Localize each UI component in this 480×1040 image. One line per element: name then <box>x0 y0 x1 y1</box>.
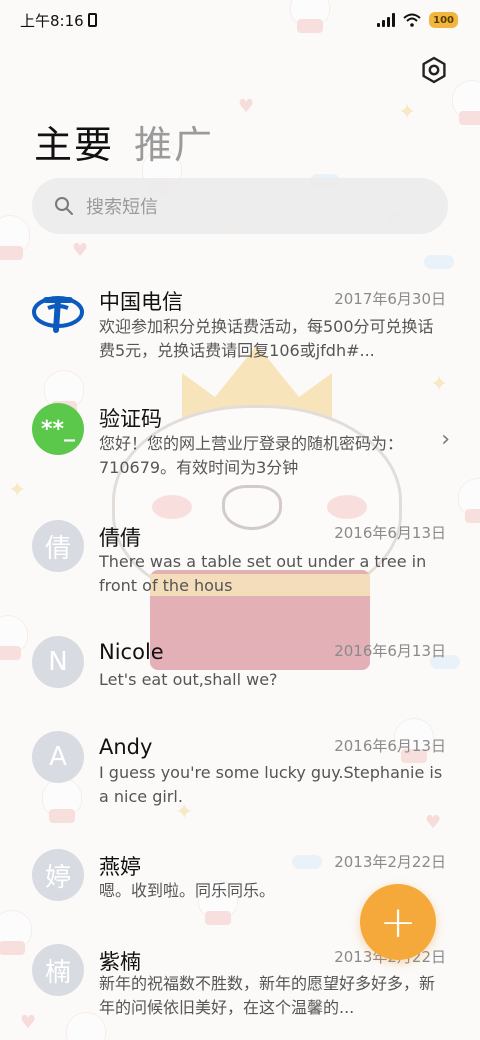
message-date: 2017年6月30日 <box>334 290 446 308</box>
conversation-row-andy[interactable]: A Andy 2016年6月13日 I guess you're some lu… <box>0 725 480 825</box>
message-preview: 欢迎参加积分兑换话费活动，每500分可兑换话费5元，兑换话费请回复106或jfd… <box>99 317 434 360</box>
message-date: 2016年6月13日 <box>334 737 446 755</box>
contact-name: 倩倩 <box>99 526 141 550</box>
wifi-icon <box>403 13 421 27</box>
contact-avatar: N <box>32 636 84 688</box>
search-icon <box>55 197 73 215</box>
status-time: 上午8:16 <box>20 11 84 30</box>
status-bar: 上午8:16 100 <box>0 0 480 40</box>
battery-indicator: 100 <box>429 12 458 28</box>
chevron-right-icon: › <box>441 427 450 452</box>
message-date: 2016年6月13日 <box>334 524 446 542</box>
vibrate-icon <box>87 13 97 27</box>
message-date: 2013年2月22日 <box>334 853 446 871</box>
gear-icon <box>422 56 446 84</box>
message-preview: There was a table set out under a tree i… <box>99 552 427 595</box>
conversation-row-nicole[interactable]: N Nicole 2016年6月13日 Let's eat out,shall … <box>0 630 480 710</box>
verification-code-avatar: **_ <box>32 403 84 455</box>
contact-avatar: A <box>32 731 84 783</box>
compose-message-button[interactable]: + <box>360 884 436 960</box>
message-preview: 您好！您的网上营业厅登录的随机密码为：710679。有效时间为3分钟 <box>99 434 404 477</box>
category-tabs: 主要 推广 <box>34 114 214 169</box>
message-preview: 新年的祝福数不胜数，新年的愿望好多好多，新年的问候依旧美好，在这个温馨的... <box>99 974 436 1017</box>
settings-button[interactable] <box>416 52 452 88</box>
contact-name: Andy <box>99 735 153 759</box>
conversation-row-qianqian[interactable]: 倩 倩倩 2016年6月13日 There was a table set ou… <box>0 510 480 610</box>
contact-avatar: 倩 <box>32 520 84 572</box>
conversation-row-verification-code[interactable]: **_ 验证码 您好！您的网上营业厅登录的随机密码为：710679。有效时间为3… <box>0 395 480 485</box>
search-placeholder: 搜索短信 <box>86 197 158 218</box>
message-date: 2016年6月13日 <box>334 642 446 660</box>
tab-promotions[interactable]: 推广 <box>134 114 214 169</box>
search-input[interactable]: 搜索短信 <box>32 178 448 234</box>
contact-name: 验证码 <box>99 407 162 431</box>
contact-avatar: 婷 <box>32 849 84 901</box>
signal-icon <box>377 13 396 27</box>
contact-name: Nicole <box>99 640 164 664</box>
conversation-row-china-telecom[interactable]: 中国电信 2017年6月30日 欢迎参加积分兑换话费活动，每500分可兑换话费5… <box>0 270 480 370</box>
china-telecom-logo-icon <box>32 286 84 338</box>
contact-name: 燕婷 <box>99 855 141 879</box>
message-preview: Let's eat out,shall we? <box>99 670 278 689</box>
message-preview: I guess you're some lucky guy.Stephanie … <box>99 763 443 806</box>
tab-main[interactable]: 主要 <box>34 114 114 169</box>
contact-avatar: 楠 <box>32 944 84 996</box>
contact-name: 中国电信 <box>99 290 183 314</box>
plus-icon: + <box>379 896 417 948</box>
